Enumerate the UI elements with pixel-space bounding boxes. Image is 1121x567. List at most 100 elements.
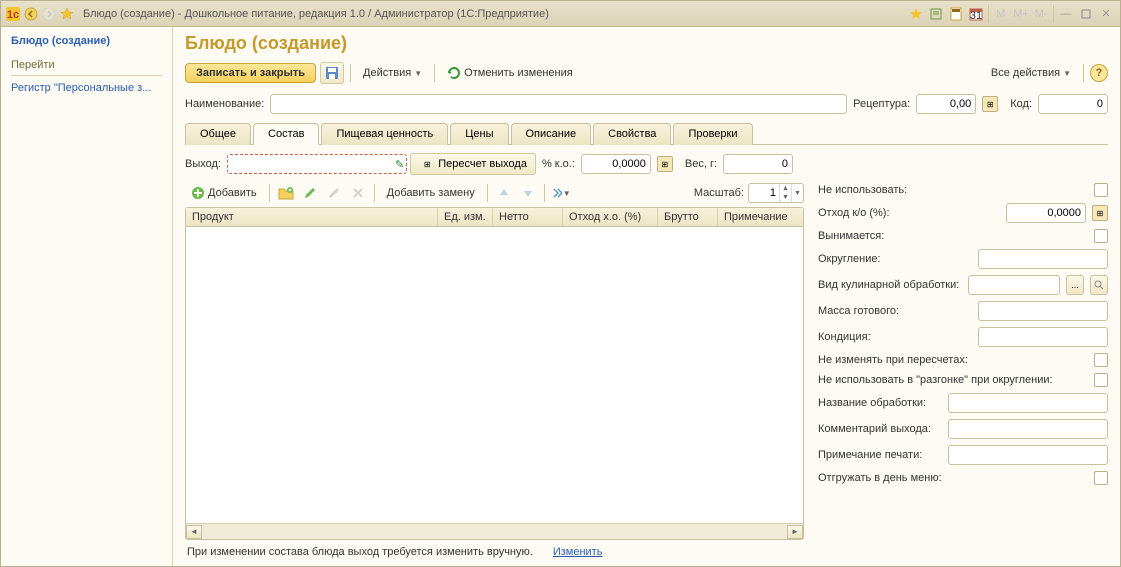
col-waste[interactable]: Отход х.о. (%) [563, 208, 658, 226]
forward-icon[interactable] [41, 6, 57, 22]
table-body[interactable] [186, 227, 803, 523]
prop-neizm-checkbox[interactable] [1094, 353, 1108, 367]
footer-note-text: При изменении состава блюда выход требуе… [187, 546, 533, 558]
actions-dropdown[interactable]: Действия▼ [357, 65, 428, 81]
prop-kommvyh-input[interactable] [948, 419, 1108, 439]
all-actions-dropdown[interactable]: Все действия▼ [985, 65, 1077, 81]
col-product[interactable]: Продукт [186, 208, 438, 226]
tab-general[interactable]: Общее [185, 123, 251, 145]
list-toolbar: Добавить Добавить замену ▼ [185, 183, 804, 203]
name-label: Наименование: [185, 98, 264, 110]
scale-down-button[interactable]: ▼ [779, 193, 791, 202]
output-label: Выход: [185, 158, 221, 170]
prop-okrug-input[interactable] [978, 249, 1108, 269]
mem-mminus[interactable]: M- [1032, 5, 1050, 23]
scale-up-button[interactable]: ▲ [779, 184, 791, 193]
save-close-button[interactable]: Записать и закрыть [185, 63, 316, 83]
horizontal-scrollbar[interactable]: ◄ ► [186, 523, 803, 539]
move-down-button[interactable] [518, 183, 538, 203]
sidebar: Блюдо (создание) Перейти Регистр "Персон… [1, 27, 173, 566]
svg-text:31: 31 [970, 10, 982, 21]
prop-neisprazg-checkbox[interactable] [1094, 373, 1108, 387]
ko-input[interactable] [581, 154, 651, 174]
edit-output-icon[interactable]: ✎ [395, 158, 404, 171]
col-brutto[interactable]: Брутто [658, 208, 718, 226]
ko-calc-button[interactable]: ⊞ [657, 156, 673, 172]
prop-otkhod-calc[interactable]: ⊞ [1092, 205, 1108, 221]
prop-neisprazg-label: Не использовать в "разгонке" при округле… [818, 374, 1088, 386]
prop-otgr-checkbox[interactable] [1094, 471, 1108, 485]
calendar-icon[interactable]: 31 [967, 5, 985, 23]
delete-row-button[interactable] [348, 183, 368, 203]
scale-input[interactable] [749, 187, 779, 199]
col-note[interactable]: Примечание [718, 208, 803, 226]
recipe-label: Рецептура: [853, 98, 910, 110]
tab-nutrition[interactable]: Пищевая ценность [321, 123, 448, 145]
tab-prices[interactable]: Цены [450, 123, 508, 145]
sidebar-title[interactable]: Блюдо (создание) [11, 35, 162, 47]
tab-checks[interactable]: Проверки [673, 123, 752, 145]
cancel-changes-button[interactable]: Отменить изменения [441, 64, 579, 82]
prop-massa-input[interactable] [978, 301, 1108, 321]
star-icon[interactable] [59, 6, 75, 22]
scale-spinner[interactable]: ▲ ▼ ▼ [748, 183, 804, 203]
code-input[interactable] [1038, 94, 1108, 114]
recalc-output-button[interactable]: ⊞Пересчет выхода [410, 153, 536, 175]
prop-kond-label: Кондиция: [818, 331, 972, 343]
page-title: Блюдо (создание) [185, 33, 1108, 54]
scroll-left-button[interactable]: ◄ [186, 525, 202, 539]
app-icon: 1c [5, 6, 21, 22]
prop-kommvyh-label: Комментарий выхода: [818, 423, 942, 435]
add-button[interactable]: Добавить [185, 184, 263, 202]
footer-edit-link[interactable]: Изменить [553, 546, 603, 558]
add-replacement-button[interactable]: Добавить замену [381, 185, 481, 201]
prop-primpech-label: Примечание печати: [818, 449, 942, 461]
fav-star-icon[interactable] [907, 5, 925, 23]
copy-row-button[interactable] [324, 183, 344, 203]
prop-vidobr-label: Вид кулинарной обработки: [818, 279, 962, 291]
sidebar-section: Перейти [11, 59, 162, 76]
prop-vidobr-select[interactable]: ... [1066, 275, 1084, 295]
sidebar-link-register[interactable]: Регистр "Персональные з... [11, 82, 162, 94]
expand-button[interactable]: ▼ [551, 183, 571, 203]
name-input[interactable] [270, 94, 847, 114]
prop-nazvobr-input[interactable] [948, 393, 1108, 413]
output-input[interactable] [227, 154, 407, 174]
recipe-calc-button[interactable]: ⊞ [982, 96, 998, 112]
back-icon[interactable] [23, 6, 39, 22]
mem-m[interactable]: M [992, 5, 1010, 23]
prop-primpech-input[interactable] [948, 445, 1108, 465]
prop-vynim-checkbox[interactable] [1094, 229, 1108, 243]
prop-vidobr-search[interactable] [1090, 275, 1108, 295]
save-button[interactable] [320, 62, 344, 84]
minimize-button[interactable]: — [1057, 5, 1075, 23]
prop-neizm-label: Не изменять при пересчетах: [818, 354, 1088, 366]
prop-vidobr-input[interactable] [968, 275, 1060, 295]
tab-description[interactable]: Описание [511, 123, 592, 145]
mem-mplus[interactable]: M+ [1012, 5, 1030, 23]
tab-composition[interactable]: Состав [253, 123, 319, 145]
recipe-input[interactable] [916, 94, 976, 114]
col-netto[interactable]: Нетто [493, 208, 563, 226]
scale-label: Масштаб: [694, 187, 744, 199]
history-icon[interactable] [927, 5, 945, 23]
help-button[interactable]: ? [1090, 64, 1108, 82]
move-up-button[interactable] [494, 183, 514, 203]
titlebar: 1c Блюдо (создание) - Дошкольное питание… [1, 1, 1120, 27]
prop-otgr-label: Отгружать в день меню: [818, 472, 1088, 484]
maximize-button[interactable] [1077, 5, 1095, 23]
edit-row-button[interactable] [300, 183, 320, 203]
close-button[interactable]: ✕ [1097, 5, 1115, 23]
add-folder-button[interactable] [276, 183, 296, 203]
col-unit[interactable]: Ед. изм. [438, 208, 493, 226]
scale-dropdown-button[interactable]: ▼ [791, 184, 803, 202]
scroll-right-button[interactable]: ► [787, 525, 803, 539]
prop-massa-label: Масса готового: [818, 305, 972, 317]
prop-kond-input[interactable] [978, 327, 1108, 347]
weight-input[interactable] [723, 154, 793, 174]
prop-otkhod-input[interactable] [1006, 203, 1086, 223]
tab-properties[interactable]: Свойства [593, 123, 671, 145]
prop-nouse-checkbox[interactable] [1094, 183, 1108, 197]
calc-icon[interactable] [947, 5, 965, 23]
main-toolbar: Записать и закрыть Действия▼ Отменить из… [185, 62, 1108, 84]
